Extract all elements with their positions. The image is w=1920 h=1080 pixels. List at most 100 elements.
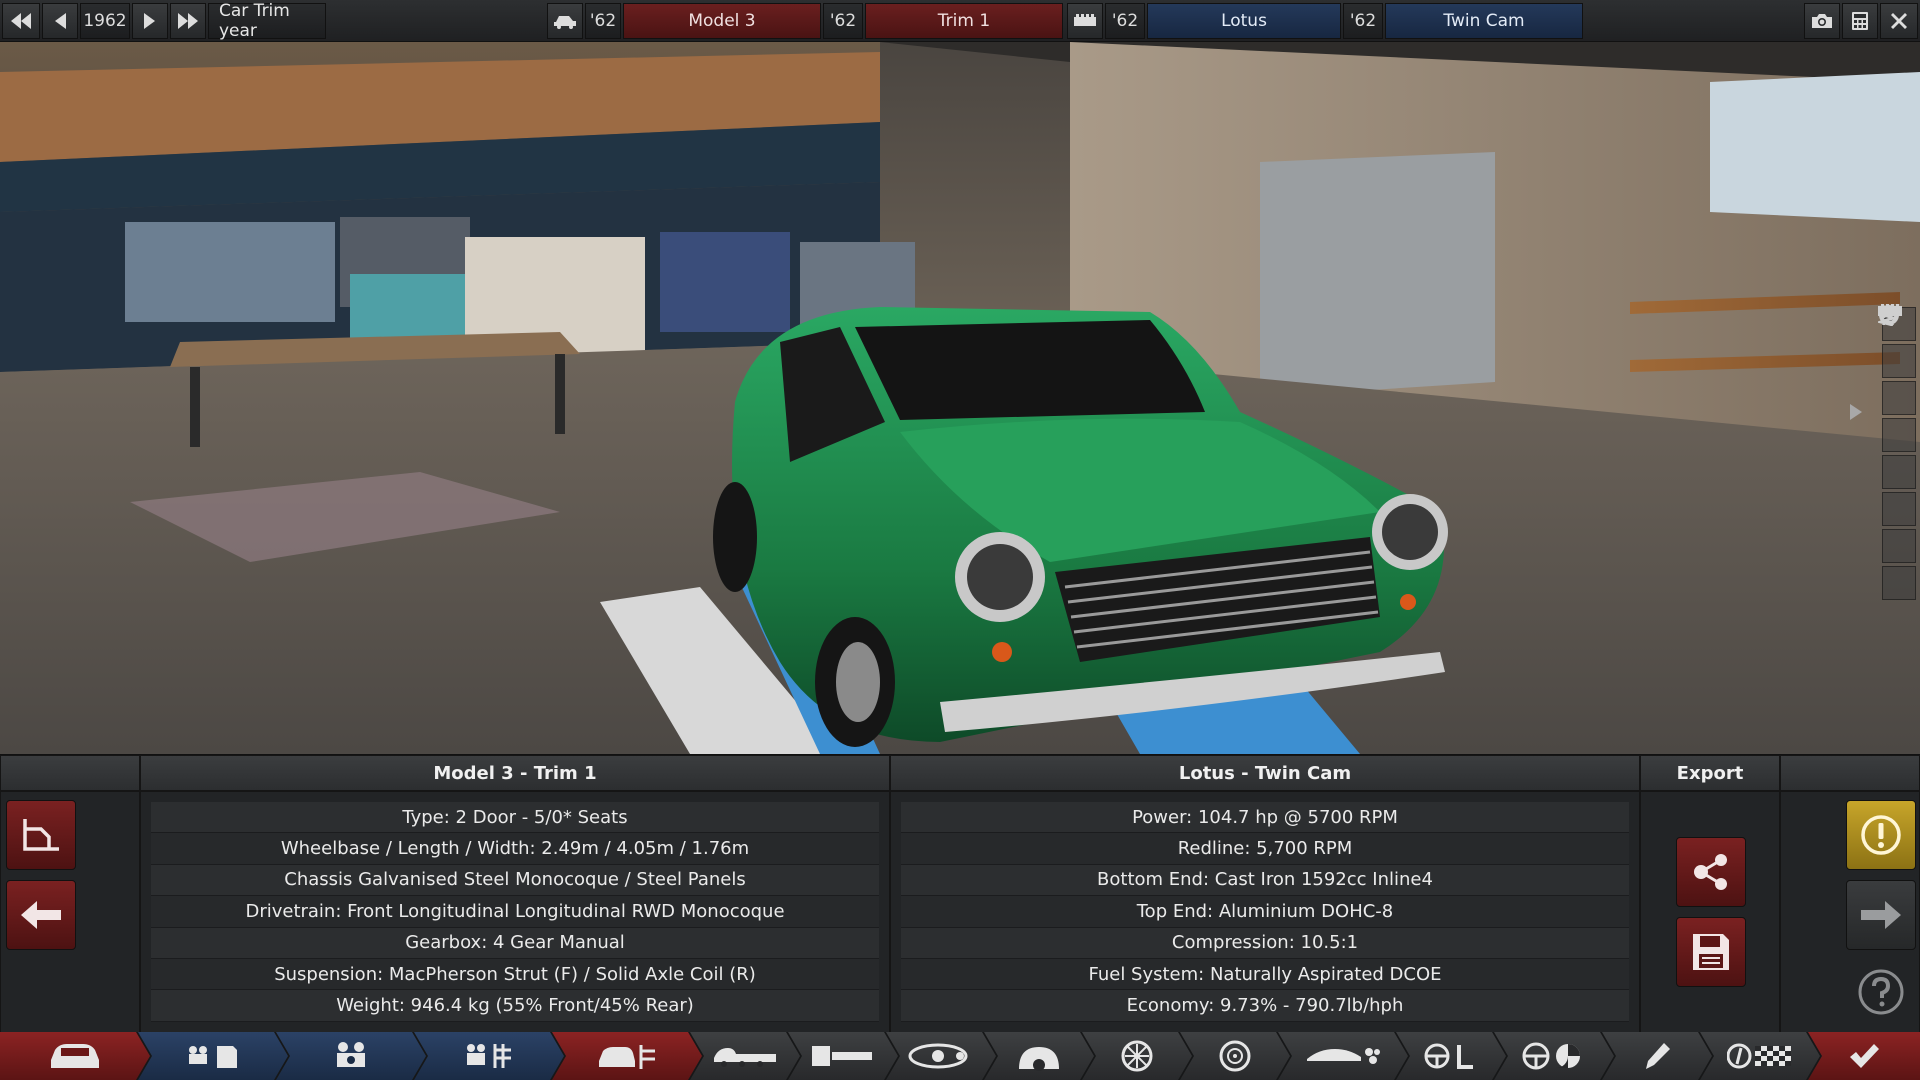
close-icon[interactable] [1880, 3, 1918, 39]
car-stats-column: Type: 2 Door - 5/0* Seats Wheelbase / Le… [140, 791, 890, 1033]
engine-family-icon[interactable] [1067, 3, 1103, 39]
tab-interior[interactable] [1396, 1032, 1506, 1080]
change-car-button[interactable] [6, 800, 76, 870]
component-shortcut-strip [1878, 304, 1920, 604]
wheels-icon [1121, 1040, 1153, 1072]
skip-forward-icon[interactable] [170, 3, 206, 39]
tab-gearbox[interactable] [984, 1032, 1094, 1080]
engine-stat-economy: Economy: 9.73% - 790.7lb/hph [901, 990, 1629, 1022]
tab-paint[interactable] [1602, 1032, 1712, 1080]
done-icon [1850, 1044, 1879, 1068]
drivetrain-icon [908, 1041, 974, 1071]
export-column [1640, 791, 1780, 1033]
year-value: 1962 [80, 3, 130, 39]
summary-panel: Model 3 - Trim 1 Type: 2 Door - 5/0* Sea… [0, 754, 1920, 1033]
help-icon [1858, 969, 1904, 1015]
variant-year: '62 [1343, 3, 1383, 39]
share-button[interactable] [1676, 837, 1746, 907]
engine-stat-fuel-system: Fuel System: Naturally Aspirated DCOE [901, 958, 1629, 991]
top-bar: 1962 Car Trim year '62 Model 3 '62 Trim … [0, 0, 1920, 42]
variant-selector[interactable]: Twin Cam [1385, 3, 1583, 39]
model-selector[interactable]: Model 3 [623, 3, 821, 39]
garage-viewport[interactable] [0, 42, 1920, 754]
next-button[interactable] [1846, 880, 1916, 950]
car-body-icon [47, 1040, 103, 1072]
tab-car-body[interactable] [0, 1032, 150, 1080]
left-nav-column [0, 791, 140, 1033]
suspension-icon [810, 1042, 876, 1070]
engine-year: '62 [1105, 3, 1145, 39]
tab-suspension[interactable] [788, 1032, 898, 1080]
testing-icon [1727, 1042, 1793, 1070]
car-stat-chassis: Chassis Galvanised Steel Monocoque / Ste… [151, 864, 879, 897]
save-button[interactable] [1676, 917, 1746, 987]
chassis-icon [712, 1044, 778, 1068]
save-icon [1693, 934, 1729, 970]
car-header: Model 3 - Trim 1 [140, 755, 890, 791]
car-stat-type: Type: 2 Door - 5/0* Seats [151, 802, 879, 834]
tab-engine-blueprint[interactable] [414, 1032, 564, 1080]
tab-drivetrain[interactable] [886, 1032, 996, 1080]
car-trim-icon [595, 1041, 659, 1071]
car-profile-icon[interactable] [1879, 307, 1916, 526]
arrow-left-icon [21, 901, 61, 929]
engine-files-icon [181, 1042, 245, 1070]
interior-icon [1423, 1041, 1479, 1071]
engine-block-icon[interactable] [1879, 304, 1916, 600]
car-stat-dimensions: Wheelbase / Length / Width: 2.49m / 4.05… [151, 833, 879, 865]
car-stat-gearbox: Gearbox: 4 Gear Manual [151, 927, 879, 959]
engine-blueprint-icon [461, 1040, 517, 1072]
export-header: Export [1640, 755, 1780, 791]
aero-icon [1305, 1043, 1381, 1069]
left-column-header [0, 755, 140, 791]
tab-done[interactable] [1808, 1032, 1920, 1080]
warning-icon [1861, 815, 1901, 855]
right-column-header [1780, 755, 1920, 791]
tab-engine-files[interactable] [138, 1032, 288, 1080]
share-icon [1694, 854, 1727, 890]
spring-icon[interactable] [1878, 304, 1916, 415]
tab-aero[interactable] [1278, 1032, 1408, 1080]
year-label: Car Trim year [208, 1, 326, 41]
trim-year: '62 [823, 3, 863, 39]
calculator-icon[interactable] [1842, 3, 1878, 39]
engine-stats-column: Power: 104.7 hp @ 5700 RPM Redline: 5,70… [890, 791, 1640, 1033]
tab-engine[interactable] [276, 1032, 426, 1080]
tab-brakes[interactable] [1180, 1032, 1290, 1080]
step-back-icon[interactable] [42, 3, 78, 39]
wheel-icon[interactable] [1879, 305, 1916, 378]
body-panel-icon[interactable] [1879, 306, 1916, 489]
car-side-icon[interactable] [1879, 307, 1916, 563]
design-stage-tabs [0, 1032, 1920, 1080]
car-stat-drivetrain: Drivetrain: Front Longitudinal Longitudi… [151, 896, 879, 928]
warning-button[interactable] [1846, 800, 1916, 870]
axle-icon[interactable] [1878, 306, 1916, 452]
paint-icon [1642, 1041, 1672, 1071]
car-year: '62 [585, 3, 621, 39]
camera-icon[interactable] [1804, 3, 1840, 39]
safety-icon [1522, 1041, 1586, 1071]
tab-safety[interactable] [1494, 1032, 1614, 1080]
tab-car-trim[interactable] [552, 1032, 702, 1080]
arrow-right-icon [1861, 901, 1901, 929]
car-model-icon[interactable] [547, 3, 583, 39]
engine-icon [331, 1040, 371, 1072]
trim-selector[interactable]: Trim 1 [865, 3, 1063, 39]
tab-wheels[interactable] [1082, 1032, 1192, 1080]
expand-strip-arrow-icon[interactable] [1848, 402, 1868, 426]
car-stat-weight: Weight: 946.4 kg (55% Front/45% Rear) [151, 990, 879, 1022]
tab-chassis[interactable] [690, 1032, 800, 1080]
tab-testing[interactable] [1700, 1032, 1820, 1080]
engine-family-selector[interactable]: Lotus [1147, 3, 1341, 39]
engine-header: Lotus - Twin Cam [890, 755, 1640, 791]
brakes-icon [1219, 1040, 1251, 1072]
engine-stat-compression: Compression: 10.5:1 [901, 927, 1629, 959]
step-forward-icon[interactable] [132, 3, 168, 39]
help-button[interactable] [1856, 967, 1906, 1017]
engine-stat-redline: Redline: 5,700 RPM [901, 833, 1629, 865]
car-stat-suspension: Suspension: MacPherson Strut (F) / Solid… [151, 958, 879, 991]
back-button[interactable] [6, 880, 76, 950]
engine-stat-power: Power: 104.7 hp @ 5700 RPM [901, 802, 1629, 834]
skip-back-icon[interactable] [2, 3, 40, 39]
engine-stat-top-end: Top End: Aluminium DOHC-8 [901, 896, 1629, 928]
